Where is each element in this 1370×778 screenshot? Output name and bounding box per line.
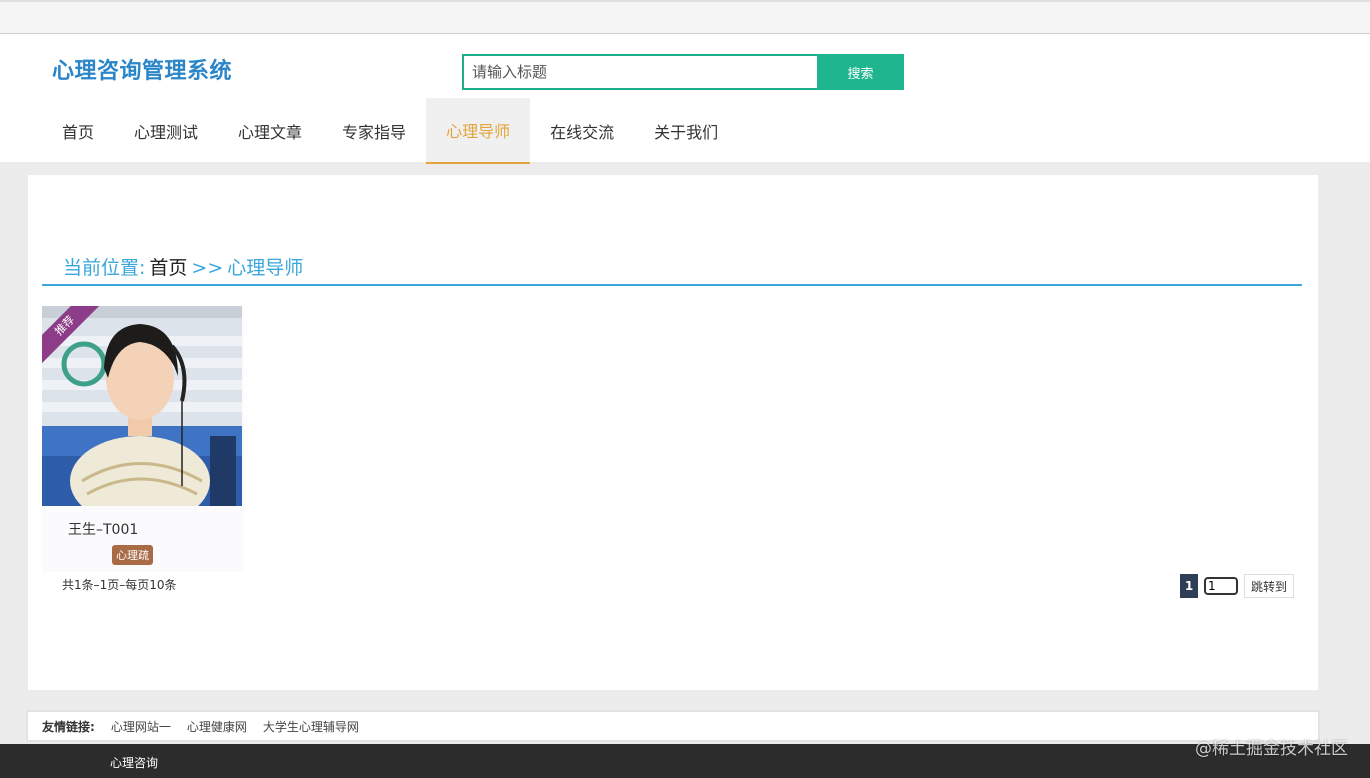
page-jump-button[interactable]: 跳转到 bbox=[1244, 574, 1295, 598]
breadcrumb-current: 心理导师 bbox=[227, 257, 304, 279]
main-content: 当前位置: 首页 >> 心理导师 推荐 王生–T001 心理疏 共1条–1页–每… bbox=[28, 175, 1318, 690]
pagination-summary: 共1条–1页–每页10条 bbox=[62, 578, 177, 592]
search-box: 搜索 bbox=[462, 54, 904, 90]
search-input[interactable] bbox=[462, 54, 818, 90]
breadcrumb-home[interactable]: 首页 bbox=[149, 253, 187, 280]
search-button[interactable]: 搜索 bbox=[817, 54, 904, 90]
nav-home[interactable]: 首页 bbox=[42, 98, 114, 164]
mentor-tag: 心理疏 bbox=[112, 545, 153, 565]
page-number-current[interactable]: 1 bbox=[1180, 574, 1198, 598]
watermark: @稀土掘金技术社区 bbox=[1195, 739, 1348, 759]
breadcrumb: 当前位置: 首页 >> 心理导师 bbox=[63, 253, 303, 280]
friendly-links: 友情链接: 心理网站一 心理健康网 大学生心理辅导网 bbox=[26, 710, 1320, 742]
nav-psych-test[interactable]: 心理测试 bbox=[114, 98, 218, 164]
nav-psych-mentors[interactable]: 心理导师 bbox=[426, 98, 531, 164]
friendly-link[interactable]: 大学生心理辅导网 bbox=[263, 718, 359, 735]
mentor-photo[interactable]: 推荐 bbox=[42, 306, 242, 506]
pagination: 1 跳转到 bbox=[1180, 574, 1295, 598]
nav-about-us[interactable]: 关于我们 bbox=[634, 98, 738, 164]
nav-expert-guidance[interactable]: 专家指导 bbox=[322, 98, 426, 164]
recommend-ribbon-label: 推荐 bbox=[42, 306, 102, 365]
friendly-link[interactable]: 心理健康网 bbox=[187, 718, 247, 735]
site-footer: 心理咨询 bbox=[0, 744, 1370, 778]
breadcrumb-prefix: 当前位置: bbox=[63, 257, 146, 279]
site-logo[interactable]: 心理咨询管理系统 bbox=[52, 53, 232, 85]
mentor-name[interactable]: 王生–T001 bbox=[68, 519, 138, 539]
breadcrumb-separator: >> bbox=[191, 257, 224, 279]
footer-text: 心理咨询 bbox=[110, 756, 159, 770]
site-header: 心理咨询管理系统 搜索 首页 心理测试 心理文章 专家指导 心理导师 在线交流 … bbox=[0, 34, 1370, 164]
friendly-links-label: 友情链接: bbox=[42, 719, 95, 734]
friendly-link[interactable]: 心理网站一 bbox=[111, 718, 171, 735]
browser-top-bar bbox=[0, 0, 1370, 34]
breadcrumb-divider bbox=[42, 284, 1302, 286]
mentor-card[interactable]: 推荐 王生–T001 心理疏 bbox=[42, 306, 244, 572]
main-nav: 首页 心理测试 心理文章 专家指导 心理导师 在线交流 关于我们 bbox=[42, 98, 738, 164]
page-jump-input[interactable] bbox=[1204, 577, 1238, 595]
recommend-ribbon: 推荐 bbox=[42, 306, 102, 366]
nav-online-chat[interactable]: 在线交流 bbox=[530, 98, 634, 164]
nav-psych-articles[interactable]: 心理文章 bbox=[218, 98, 322, 164]
